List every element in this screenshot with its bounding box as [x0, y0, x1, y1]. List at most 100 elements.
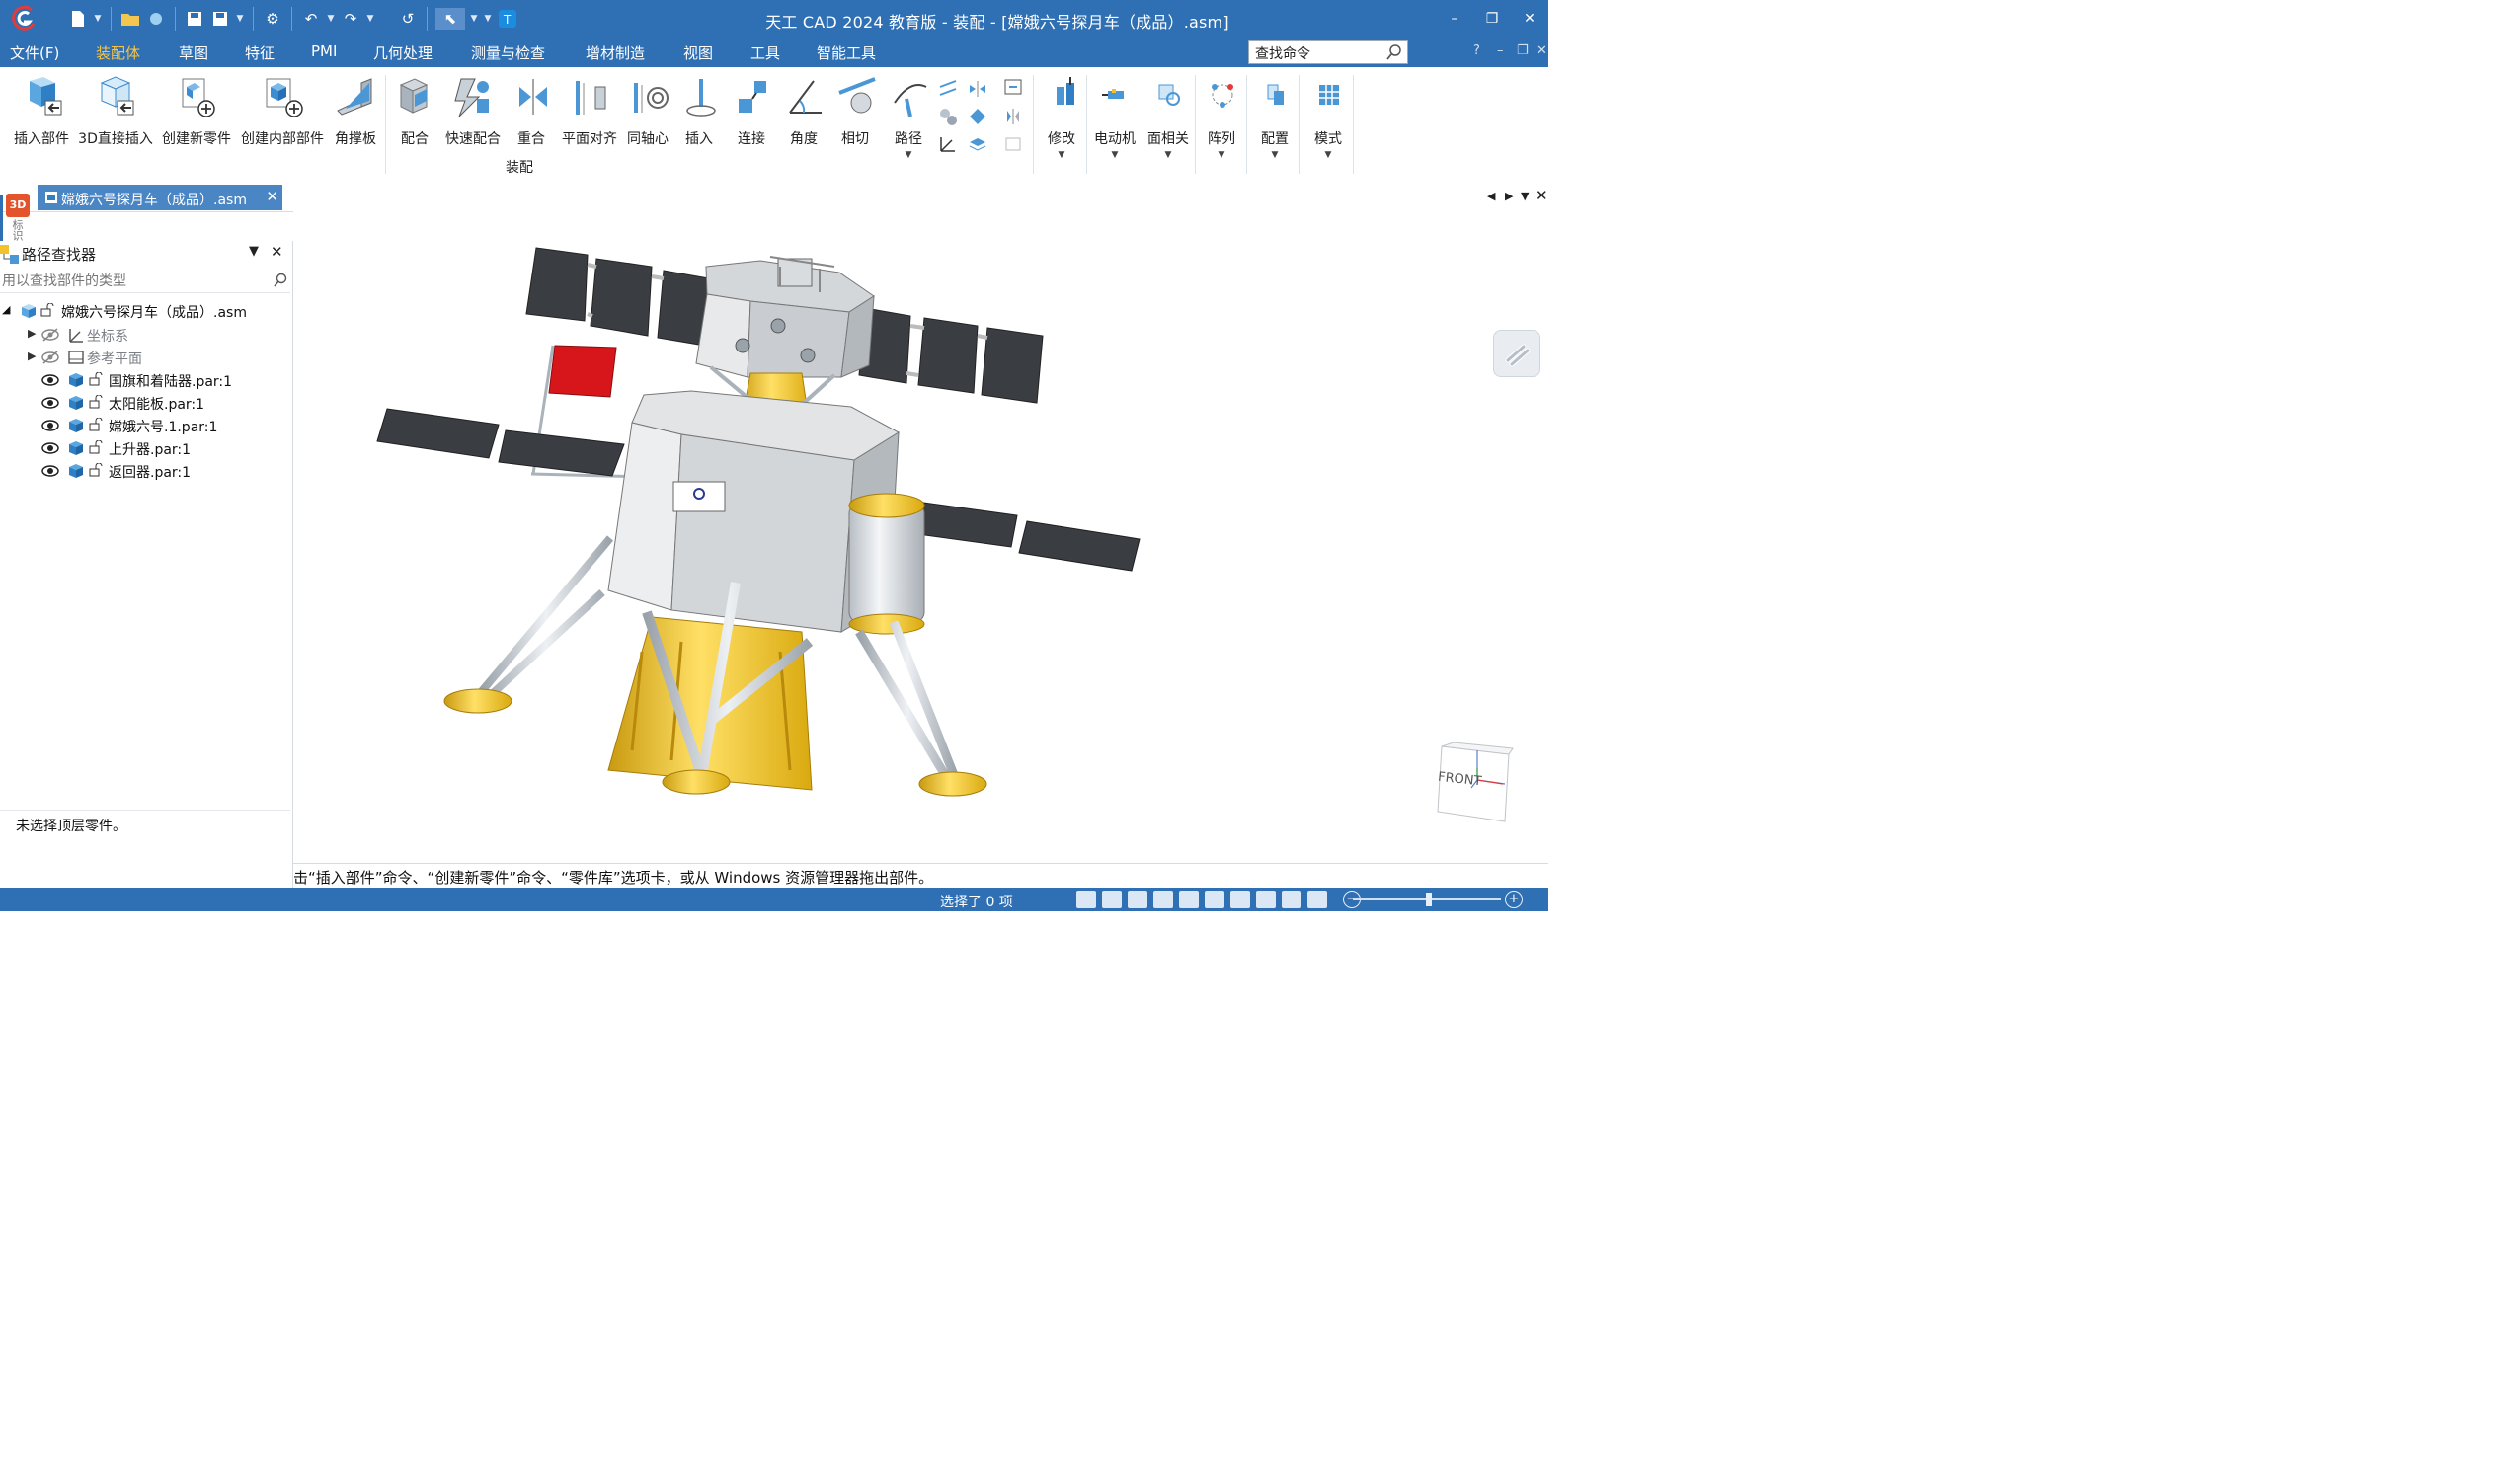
tab-close-all-icon[interactable]: ✕: [1536, 187, 1548, 204]
connect-button[interactable]: 连接: [729, 73, 774, 148]
rotate-icon[interactable]: [1205, 891, 1224, 908]
minimize-button[interactable]: –: [1436, 0, 1473, 38]
menu-tools[interactable]: 工具: [750, 42, 780, 63]
create-internal-part-button[interactable]: 创建内部部件: [239, 73, 326, 148]
tree-expand-icon[interactable]: ▶: [28, 327, 36, 340]
insert-button[interactable]: 插入: [677, 73, 721, 148]
show-relations-icon[interactable]: [1003, 77, 1023, 97]
document-tab-close-button[interactable]: ✕: [266, 188, 278, 205]
menu-file[interactable]: 文件(F): [10, 42, 59, 63]
visible-eye-icon[interactable]: [41, 464, 59, 478]
concentric-button[interactable]: 同轴心: [626, 73, 669, 148]
pan-icon[interactable]: [1179, 891, 1199, 908]
visible-eye-icon[interactable]: [41, 373, 59, 387]
save-as-icon[interactable]: [209, 8, 231, 30]
tree-node-reference-planes[interactable]: ▶ 参考平面: [0, 347, 290, 368]
path-button[interactable]: 路径 ▼: [887, 73, 930, 160]
mate-button[interactable]: 配合: [393, 73, 436, 148]
save-dropdown-icon[interactable]: ▼: [235, 8, 245, 30]
tangent-button[interactable]: 相切: [833, 73, 877, 148]
motor-dropdown-icon[interactable]: ▼: [1092, 150, 1138, 160]
zoom-area-icon[interactable]: [1102, 891, 1122, 908]
menu-feature[interactable]: 特征: [245, 42, 275, 63]
panel-close-icon[interactable]: ✕: [271, 243, 283, 261]
redo-dropdown-icon[interactable]: ▼: [365, 8, 375, 30]
tree-node-flag-lander[interactable]: 国旗和着陆器.par:1: [0, 369, 290, 391]
customize-toolbar-icon[interactable]: ▼: [483, 8, 493, 30]
plane-align-button[interactable]: 平面对齐: [559, 73, 620, 148]
save-icon[interactable]: [184, 8, 205, 30]
doc-minimize-button[interactable]: –: [1497, 43, 1504, 58]
redo-icon[interactable]: ↷: [340, 8, 361, 30]
floating-quick-button[interactable]: [1493, 330, 1540, 377]
menu-view[interactable]: 视图: [683, 42, 713, 63]
menu-geometry[interactable]: 几何处理: [373, 42, 433, 63]
ascender-module[interactable]: [695, 256, 875, 378]
new-file-icon[interactable]: [67, 8, 89, 30]
hidden-eye-icon[interactable]: [41, 351, 59, 364]
open-folder-icon[interactable]: [119, 8, 141, 30]
tree-expand-icon[interactable]: ▶: [28, 350, 36, 362]
settings-gear-icon[interactable]: ⚙: [262, 8, 283, 30]
3d-viewport[interactable]: [293, 211, 1548, 863]
mode-dropdown-icon[interactable]: ▼: [1305, 150, 1351, 160]
modify-dropdown-icon[interactable]: ▼: [1041, 150, 1082, 160]
tab-list-dropdown-icon[interactable]: ▼: [1521, 190, 1529, 202]
document-tab[interactable]: 嫦娥六号探月车（成品）.asm ✕: [38, 185, 282, 210]
tree-node-change6[interactable]: 嫦娥六号.1.par:1: [0, 415, 290, 436]
select-tool-icon[interactable]: ⬉: [435, 8, 465, 30]
menu-measure[interactable]: 测量与检查: [471, 42, 545, 63]
view-cube[interactable]: FRONT: [1434, 741, 1517, 823]
tree-node-ascender[interactable]: 上升器.par:1: [0, 437, 290, 459]
insert-part-button[interactable]: 插入部件: [12, 73, 71, 148]
select-dropdown-icon[interactable]: ▼: [469, 8, 479, 30]
configure-dropdown-icon[interactable]: ▼: [1252, 150, 1298, 160]
doc-restore-button[interactable]: ❐: [1517, 43, 1529, 58]
hidden-eye-icon[interactable]: [41, 328, 59, 342]
tab-scroll-right-icon[interactable]: ▶: [1505, 190, 1513, 202]
search-icon[interactable]: [1385, 43, 1403, 61]
tab-scroll-left-icon[interactable]: ◀: [1487, 190, 1495, 202]
create-new-part-button[interactable]: 创建新零件: [160, 73, 233, 148]
face-relate-button[interactable]: 面相关 ▼: [1145, 73, 1191, 160]
menu-sketch[interactable]: 草图: [179, 42, 208, 63]
direct-insert-3d-button[interactable]: 3D直接插入: [77, 73, 154, 148]
text-tool-icon[interactable]: T: [497, 8, 518, 30]
lunar-lander-model[interactable]: [293, 211, 1548, 863]
zoom-slider-thumb[interactable]: [1426, 893, 1432, 906]
visible-eye-icon[interactable]: [41, 441, 59, 455]
coincident-button[interactable]: 重合: [510, 73, 553, 148]
fuel-tank[interactable]: [848, 493, 925, 635]
rigid-set-icon[interactable]: [968, 134, 987, 154]
quick-mate-button[interactable]: 快速配合: [442, 73, 504, 148]
help-icon[interactable]: ?: [1473, 43, 1480, 58]
3d-badge-icon[interactable]: 3D: [6, 194, 30, 217]
open-web-icon[interactable]: [145, 8, 167, 30]
match-coord-icon[interactable]: [968, 107, 987, 126]
motor-button[interactable]: 电动机 ▼: [1092, 73, 1138, 160]
menu-assembly[interactable]: 装配体: [85, 42, 151, 69]
gear-mate-icon[interactable]: [938, 107, 958, 126]
app-logo-icon[interactable]: [10, 4, 38, 34]
render-mode-icon[interactable]: [1256, 891, 1276, 908]
view-style-icon[interactable]: [1307, 891, 1327, 908]
menu-additive[interactable]: 增材制造: [586, 42, 645, 63]
revert-icon[interactable]: ↺: [397, 8, 419, 30]
menu-smart-tools[interactable]: 智能工具: [817, 42, 876, 63]
visible-eye-icon[interactable]: [41, 396, 59, 410]
tree-root-assembly[interactable]: ◢ 嫦娥六号探月车（成品）.asm: [0, 300, 290, 322]
camera-icon[interactable]: [1076, 891, 1096, 908]
close-button[interactable]: ✕: [1511, 0, 1548, 38]
tree-node-solar-panel[interactable]: 太阳能板.par:1: [0, 392, 290, 414]
tree-node-coordinate-systems[interactable]: ▶ 坐标系: [0, 324, 290, 346]
mirror-icon[interactable]: [1003, 107, 1023, 126]
modify-button[interactable]: 修改 ▼: [1041, 73, 1082, 160]
command-search-input[interactable]: [1253, 42, 1387, 64]
gusset-button[interactable]: 角撑板: [332, 73, 379, 148]
doc-close-button[interactable]: ✕: [1536, 43, 1547, 58]
suppress-icon[interactable]: [1003, 134, 1023, 154]
part-type-filter-input[interactable]: [0, 271, 261, 292]
view-orient-icon[interactable]: [1230, 891, 1250, 908]
undo-icon[interactable]: ↶: [300, 8, 322, 30]
visible-eye-icon[interactable]: [41, 419, 59, 432]
